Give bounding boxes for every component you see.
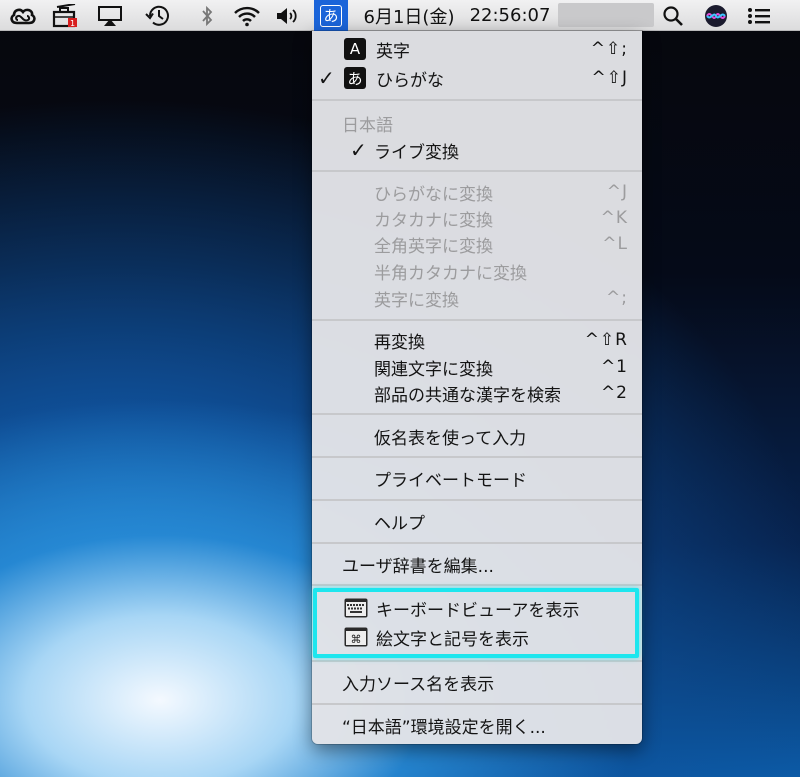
separator [312, 660, 642, 662]
menu-item-label: 部品の共通な漢字を検索 [374, 385, 561, 406]
siri-icon[interactable] [702, 0, 730, 31]
section-header: 日本語 [312, 110, 642, 136]
menu-item-label: 半角カタカナに変換 [374, 263, 527, 284]
menu-item-hiragana[interactable]: ✓ あ ひらがな ^⇧J [312, 65, 642, 91]
menu-item-shortcut: ^K [600, 208, 628, 228]
menu-item-to-halfwidth-katakana: 半角カタカナに変換 [312, 258, 642, 284]
menu-item-shortcut: ^J [606, 182, 628, 202]
menu-item-label: ライブ変換 [374, 142, 459, 163]
menu-item-live-conversion[interactable]: ✓ ライブ変換 [312, 137, 642, 163]
menu-item-help[interactable]: ヘルプ [312, 508, 642, 534]
menu-item-shortcut: ^1 [600, 357, 628, 377]
separator [312, 499, 642, 501]
checkmark-icon: ✓ [318, 66, 335, 90]
menu-item-search-kanji-by-parts[interactable]: 部品の共通な漢字を検索 ^2 [312, 380, 642, 406]
bluetooth-icon[interactable] [195, 0, 219, 31]
menu-item-edit-user-dictionary[interactable]: ユーザ辞書を編集... [312, 551, 642, 577]
menu-item-label: ユーザ辞書を編集... [342, 556, 494, 577]
menu-item-to-roman: 英字に変換 ^; [312, 285, 642, 311]
menu-item-label: ひらがな [376, 70, 444, 91]
menu-item-label: ひらがなに変換 [374, 184, 493, 205]
separator [312, 703, 642, 705]
menu-item-shortcut: ^; [606, 288, 628, 308]
airplay-icon[interactable] [95, 0, 125, 31]
input-indicator: あ [320, 4, 342, 27]
svg-text:1: 1 [70, 19, 75, 28]
separator [312, 584, 642, 586]
menu-item-shortcut: ^⇧; [590, 39, 628, 59]
menu-item-shortcut: ^L [602, 234, 628, 254]
redacted-username [558, 3, 654, 27]
checkmark-icon: ✓ [350, 138, 367, 162]
menu-item-to-katakana: カタカナに変換 ^K [312, 205, 642, 231]
menu-item-label: 入力ソース名を表示 [342, 674, 495, 695]
menu-item-to-hiragana: ひらがなに変換 ^J [312, 179, 642, 205]
menu-item-reconvert[interactable]: 再変換 ^⇧R [312, 327, 642, 353]
highlight-box [313, 588, 639, 658]
menu-item-related-chars[interactable]: 関連文字に変換 ^1 [312, 354, 642, 380]
menu-item-kana-table[interactable]: 仮名表を使って入力 [312, 423, 642, 449]
menu-item-shortcut: ^⇧R [584, 330, 628, 350]
toolbox-icon[interactable]: 1 [49, 0, 81, 31]
menu-item-label: “日本語”環境設定を開く... [342, 717, 546, 738]
separator [312, 170, 642, 172]
input-source-menu[interactable]: あ [314, 0, 348, 31]
separator [312, 319, 642, 321]
menu-item-label: 再変換 [374, 332, 425, 353]
separator [312, 542, 642, 544]
menu-item-to-fullwidth-roman: 全角英字に変換 ^L [312, 231, 642, 257]
menu-item-label: 仮名表を使って入力 [374, 428, 527, 449]
menu-item-label: 英字 [376, 41, 410, 62]
menu-item-eiji[interactable]: A 英字 ^⇧; [312, 36, 642, 62]
separator [312, 99, 642, 101]
menu-item-shortcut: ^⇧J [591, 68, 628, 88]
separator [312, 456, 642, 458]
menu-item-label: カタカナに変換 [374, 210, 493, 231]
menu-item-shortcut: ^2 [600, 383, 628, 403]
eiji-badge: A [344, 38, 366, 60]
menu-item-label: 全角英字に変換 [374, 236, 493, 257]
menu-item-label: 関連文字に変換 [374, 359, 493, 380]
hiragana-badge: あ [344, 67, 366, 89]
wifi-icon[interactable] [230, 0, 264, 31]
time-machine-icon[interactable] [143, 0, 173, 31]
time-display[interactable]: 22:56:07 [466, 0, 554, 31]
section-header-label: 日本語 [342, 115, 393, 136]
menu-item-label: ヘルプ [374, 513, 425, 534]
creative-cloud-icon[interactable] [6, 0, 40, 31]
separator [312, 413, 642, 415]
menu-bar: 1 あ 6月1日(金) 22:56:07 [0, 0, 800, 31]
menu-item-private-mode[interactable]: プライベートモード [312, 465, 642, 491]
volume-icon[interactable] [274, 0, 302, 31]
menu-item-label: プライベートモード [374, 470, 527, 491]
date-display[interactable]: 6月1日(金) [362, 0, 456, 31]
notification-center-icon[interactable] [744, 0, 774, 31]
search-icon[interactable] [660, 0, 686, 31]
menu-item-open-preferences[interactable]: “日本語”環境設定を開く... [312, 712, 642, 738]
menu-item-show-input-source-name[interactable]: 入力ソース名を表示 [312, 669, 642, 695]
menu-item-label: 英字に変換 [374, 290, 459, 311]
